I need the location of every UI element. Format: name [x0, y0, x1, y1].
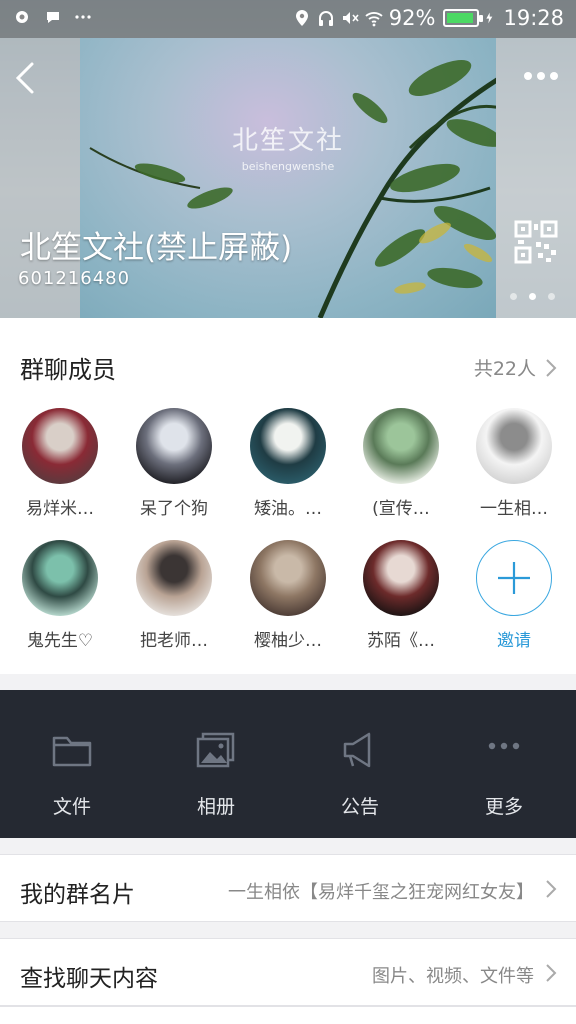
folder-icon — [52, 736, 92, 767]
announcement-label: 公告 — [340, 796, 379, 818]
banner-subtitle: beishengwenshe — [241, 160, 335, 173]
search-chat-row[interactable]: 查找聊天内容 图片、视频、文件等 — [0, 938, 576, 1006]
member-avatar — [22, 540, 98, 616]
member-name: 矮油。… — [254, 499, 322, 519]
chevron-right-icon — [546, 964, 557, 982]
member-avatar — [363, 540, 439, 616]
member-avatar — [363, 408, 439, 484]
banner-leaves-art — [89, 59, 496, 318]
members-count-link[interactable]: 共22人 — [474, 354, 558, 381]
qr-code-icon[interactable] — [514, 220, 558, 264]
more-button[interactable]: 更多 — [432, 690, 576, 838]
member-name: 苏陌《… — [367, 631, 435, 651]
more-options-button[interactable] — [524, 66, 564, 86]
banner-title: 北笙文社 — [231, 126, 344, 156]
page-dot-active — [529, 293, 536, 300]
more-notifications-icon — [75, 15, 91, 19]
banner-page-indicator — [510, 293, 555, 300]
status-bar: 92% 19:28 — [0, 0, 576, 38]
battery-level-fill — [447, 13, 474, 23]
member-item[interactable]: 樱柚少… — [238, 540, 338, 651]
member-name: 把老师… — [140, 631, 208, 651]
page-dot — [548, 293, 555, 300]
member-item[interactable]: 呆了个狗 — [124, 408, 224, 519]
invite-label: 邀请 — [497, 631, 531, 651]
group-banner-image[interactable]: 北笙文社 beishengwenshe — [80, 38, 496, 318]
battery-percent: 92% — [388, 6, 436, 30]
battery-icon — [443, 9, 484, 27]
chat-bubble-icon — [47, 12, 59, 23]
my-group-card-label: 我的群名片 — [20, 882, 135, 908]
status-time: 19:28 — [503, 6, 564, 30]
group-name: 北笙文社(禁止屏蔽) — [20, 230, 293, 266]
album-label: 相册 — [196, 796, 235, 818]
headphones-icon — [318, 11, 333, 26]
my-group-card-value: 一生相依【易烊千玺之狂宠网红女友】 — [228, 882, 534, 903]
charging-icon — [486, 12, 493, 24]
member-item[interactable]: (宣传… — [351, 408, 451, 519]
my-group-card-row[interactable]: 我的群名片 一生相依【易烊千玺之狂宠网红女友】 — [0, 854, 576, 922]
member-avatar — [136, 408, 212, 484]
member-item[interactable]: 苏陌《… — [351, 540, 451, 651]
member-avatar — [22, 408, 98, 484]
files-button[interactable]: 文件 — [0, 690, 144, 838]
members-section: 群聊成员 共22人 易烊米… 呆了个狗 矮油。… (宣传… 一生相… 鬼先生♡ 把老师… 樱柚… — [0, 318, 576, 674]
megaphone-icon — [343, 732, 371, 768]
chevron-right-icon — [546, 358, 557, 377]
group-toolbar: 文件 相册 公告 更多 — [0, 690, 576, 838]
announcement-button[interactable]: 公告 — [288, 690, 432, 838]
member-name: 鬼先生♡ — [26, 631, 94, 651]
photo-album-icon — [196, 732, 235, 768]
files-label: 文件 — [52, 796, 91, 818]
member-avatar — [250, 408, 326, 484]
member-item[interactable]: 鬼先生♡ — [10, 540, 110, 651]
group-id: 601216480 — [18, 268, 131, 289]
invite-member-button[interactable]: 邀请 — [464, 540, 564, 651]
location-icon — [295, 10, 308, 26]
member-avatar — [250, 540, 326, 616]
member-item[interactable]: 一生相… — [464, 408, 564, 519]
back-arrow-icon[interactable] — [10, 58, 40, 98]
member-avatar — [476, 408, 552, 484]
member-avatar — [136, 540, 212, 616]
members-count: 共22人 — [473, 358, 536, 380]
album-button[interactable]: 相册 — [144, 690, 288, 838]
more-icon — [488, 742, 520, 750]
member-name: 易烊米… — [26, 499, 94, 519]
member-item[interactable]: 矮油。… — [238, 408, 338, 519]
chevron-right-icon — [546, 880, 557, 898]
more-label: 更多 — [484, 796, 523, 818]
invite-plus-icon — [476, 540, 552, 616]
search-chat-label: 查找聊天内容 — [20, 966, 158, 992]
group-header: 北笙文社 beishengwenshe 92% 19:28 北笙文社(禁止屏蔽)… — [0, 0, 576, 318]
member-name: 樱柚少… — [254, 631, 322, 651]
wifi-icon — [365, 12, 383, 27]
mute-icon — [342, 12, 359, 24]
notification-icon — [16, 11, 28, 23]
search-chat-value: 图片、视频、文件等 — [372, 966, 534, 987]
members-title: 群聊成员 — [20, 356, 116, 384]
member-name: (宣传… — [372, 499, 430, 519]
next-row-edge — [0, 1006, 576, 1024]
member-name: 一生相… — [480, 499, 548, 519]
member-item[interactable]: 把老师… — [124, 540, 224, 651]
member-name: 呆了个狗 — [140, 499, 208, 519]
member-item[interactable]: 易烊米… — [10, 408, 110, 519]
page-dot — [510, 293, 517, 300]
